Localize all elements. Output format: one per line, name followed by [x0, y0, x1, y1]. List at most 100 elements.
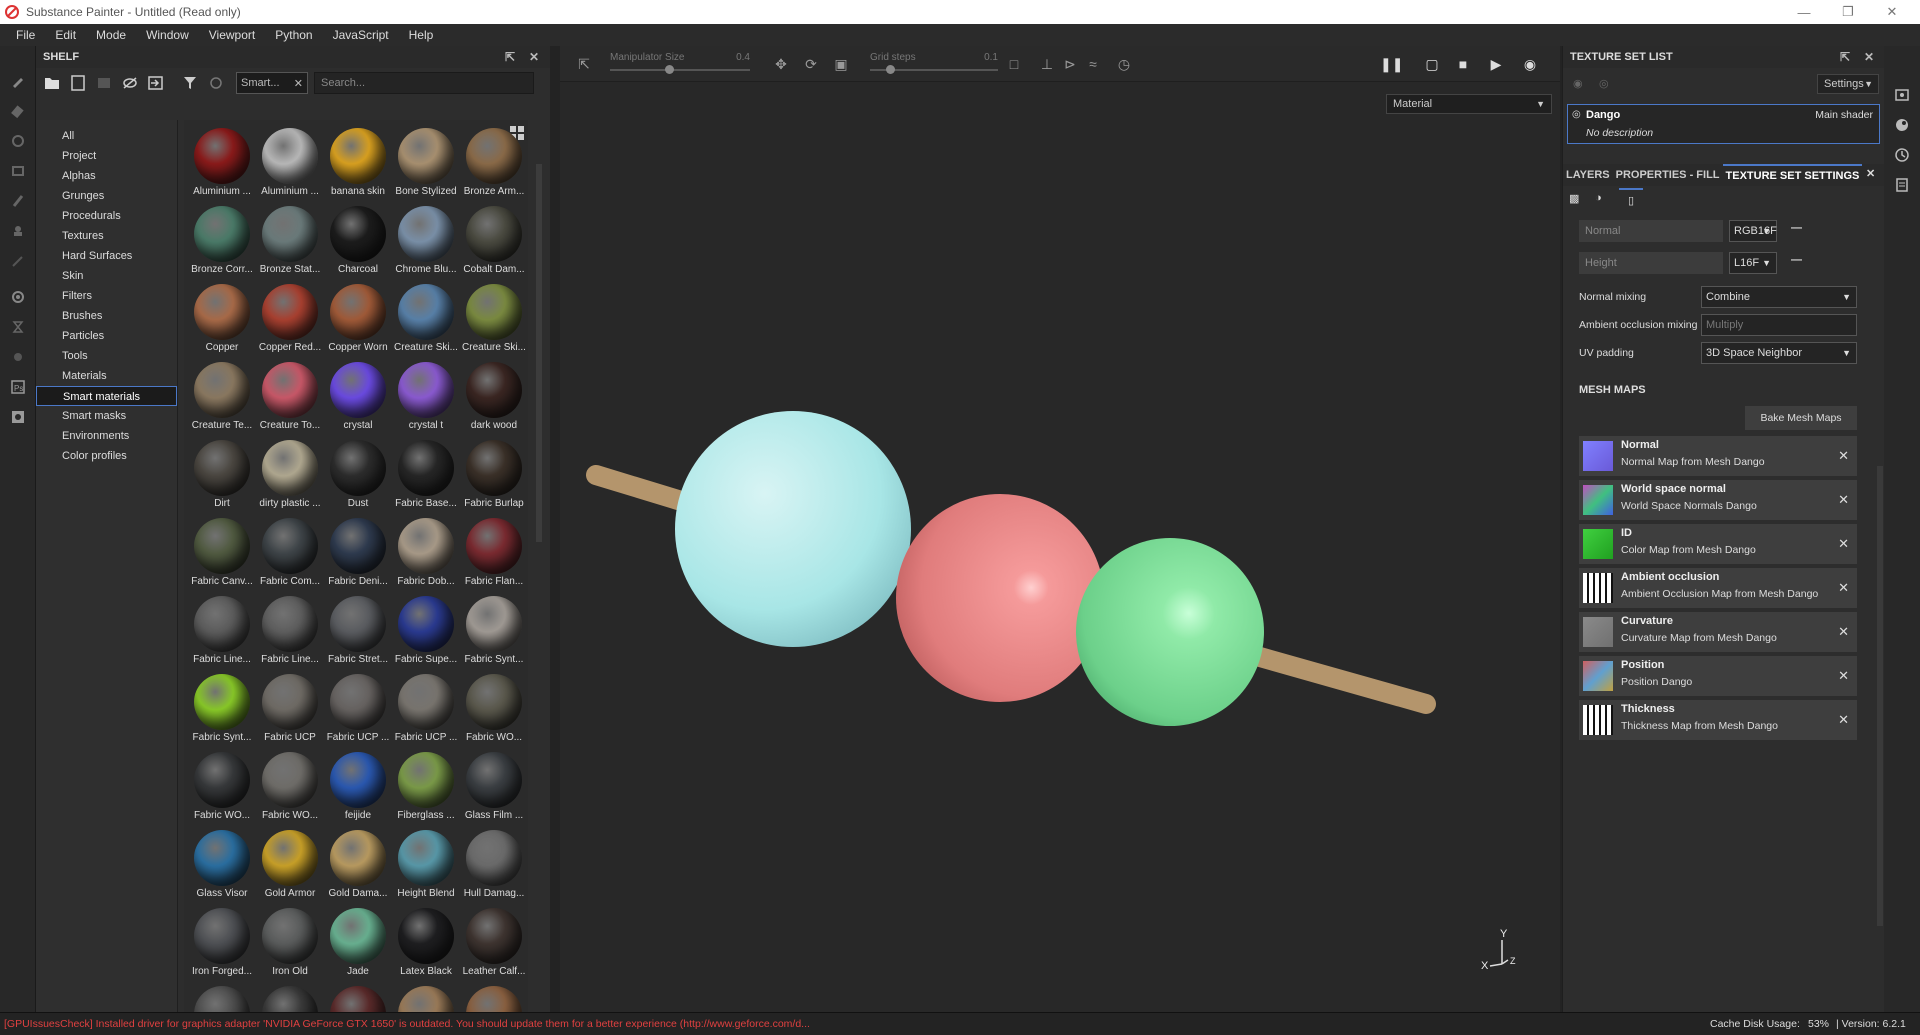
- close-tsl-icon[interactable]: ✕: [1861, 49, 1877, 65]
- remove-mesh-map-icon[interactable]: ✕: [1838, 624, 1849, 640]
- material-thumbnail[interactable]: Fabric Deni...: [324, 514, 392, 592]
- material-thumbnail[interactable]: Fabric UCP: [256, 670, 324, 748]
- material-thumbnail[interactable]: dark wood: [460, 358, 528, 436]
- eraser-icon[interactable]: [0, 96, 36, 126]
- material-thumbnail[interactable]: Latex Black: [392, 904, 460, 982]
- category-hard-surfaces[interactable]: Hard Surfaces: [36, 246, 177, 266]
- maximize-button[interactable]: ❐: [1826, 0, 1870, 24]
- material-thumbnail[interactable]: Fabric Line...: [188, 592, 256, 670]
- material-thumbnail[interactable]: Jade: [324, 904, 392, 982]
- cube-icon[interactable]: □: [1006, 56, 1022, 72]
- transform-icon[interactable]: ⇱: [576, 56, 592, 72]
- material-thumbnail[interactable]: Charcoal: [324, 202, 392, 280]
- viewport[interactable]: ⇱ Manipulator Size 0.4 ✥ ⟳ ▣ Grid steps …: [560, 46, 1560, 1012]
- material-thumbnail[interactable]: Glass Visor: [188, 826, 256, 904]
- material-thumbnail[interactable]: [460, 982, 528, 1012]
- projection-icon[interactable]: [0, 126, 36, 156]
- bake-icon[interactable]: [0, 282, 36, 312]
- material-thumbnail[interactable]: crystal: [324, 358, 392, 436]
- tab-texture-set-settings[interactable]: TEXTURE SET SETTINGS: [1722, 164, 1863, 186]
- category-color-profiles[interactable]: Color profiles: [36, 446, 177, 466]
- material-thumbnail[interactable]: Bone Stylized: [392, 124, 460, 202]
- material-thumbnail[interactable]: Aluminium ...: [188, 124, 256, 202]
- material-thumbnail[interactable]: Aluminium ...: [256, 124, 324, 202]
- photoshop-icon[interactable]: Ps: [0, 372, 36, 402]
- mesh-map-source[interactable]: Thickness Map from Mesh Dango: [1621, 720, 1778, 732]
- smudge-icon[interactable]: [0, 186, 36, 216]
- material-thumbnail[interactable]: Fabric Supe...: [392, 592, 460, 670]
- material-thumbnail[interactable]: Fabric WO...: [188, 748, 256, 826]
- channel-height-format[interactable]: L16F ▼: [1729, 252, 1777, 274]
- display-settings-icon[interactable]: [1884, 80, 1920, 110]
- material-thumbnail[interactable]: Dirt: [188, 436, 256, 514]
- material-thumbnail[interactable]: Fabric Canv...: [188, 514, 256, 592]
- uv-icon[interactable]: ▯: [1619, 188, 1643, 212]
- category-grunges[interactable]: Grunges: [36, 186, 177, 206]
- shader-settings-icon[interactable]: [1884, 110, 1920, 140]
- material-thumbnail[interactable]: dirty plastic ...: [256, 436, 324, 514]
- material-thumbnail[interactable]: Fabric Line...: [256, 592, 324, 670]
- ao-mixing-select[interactable]: Multiply: [1701, 314, 1857, 336]
- material-thumbnail[interactable]: Creature Te...: [188, 358, 256, 436]
- material-thumbnail[interactable]: Fabric Base...: [392, 436, 460, 514]
- snap-icon[interactable]: ≈: [1085, 56, 1101, 72]
- menu-viewport[interactable]: Viewport: [199, 28, 265, 42]
- material-thumbnail[interactable]: [324, 982, 392, 1012]
- history-panel-icon[interactable]: [1884, 140, 1920, 170]
- view-2d-icon[interactable]: ▢: [1424, 56, 1440, 72]
- category-alphas[interactable]: Alphas: [36, 166, 177, 186]
- remove-mesh-map-icon[interactable]: ✕: [1838, 712, 1849, 728]
- material-thumbnail[interactable]: Gold Dama...: [324, 826, 392, 904]
- close-window-button[interactable]: ✕: [1870, 0, 1914, 24]
- material-thumbnail[interactable]: Creature Ski...: [392, 280, 460, 358]
- texture-set-icon[interactable]: ▩: [1569, 192, 1589, 210]
- material-thumbnail[interactable]: Chrome Blu...: [392, 202, 460, 280]
- remove-height-icon[interactable]: —: [1791, 254, 1802, 266]
- filter-icon[interactable]: [178, 71, 202, 95]
- material-thumbnail[interactable]: Fiberglass ...: [392, 748, 460, 826]
- camera-icon[interactable]: ▶: [1488, 56, 1504, 72]
- remove-mesh-map-icon[interactable]: ✕: [1838, 492, 1849, 508]
- hide-icon[interactable]: [118, 71, 142, 95]
- mesh-map-row[interactable]: Normal Normal Map from Mesh Dango ✕: [1579, 436, 1857, 476]
- mesh-map-row[interactable]: Position Position Dango ✕: [1579, 656, 1857, 696]
- category-tools[interactable]: Tools: [36, 346, 177, 366]
- material-thumbnail[interactable]: Creature To...: [256, 358, 324, 436]
- tab-properties-fill[interactable]: PROPERTIES - FILL: [1613, 169, 1723, 181]
- menu-window[interactable]: Window: [136, 28, 199, 42]
- material-thumbnail[interactable]: Fabric UCP ...: [324, 670, 392, 748]
- log-icon[interactable]: [1884, 170, 1920, 200]
- remove-mesh-map-icon[interactable]: ✕: [1838, 536, 1849, 552]
- mesh-map-source[interactable]: Color Map from Mesh Dango: [1621, 544, 1756, 556]
- visibility-eye-icon[interactable]: ◎: [1572, 109, 1581, 120]
- category-skin[interactable]: Skin: [36, 266, 177, 286]
- texture-set-row[interactable]: ◎ Dango Main shader No description: [1567, 104, 1880, 144]
- mesh-map-source[interactable]: Normal Map from Mesh Dango: [1621, 456, 1765, 468]
- material-thumbnail[interactable]: Fabric WO...: [256, 748, 324, 826]
- normal-mixing-select[interactable]: Combine ▼: [1701, 286, 1857, 308]
- remove-mesh-map-icon[interactable]: ✕: [1838, 448, 1849, 464]
- material-thumbnail[interactable]: Fabric Dob...: [392, 514, 460, 592]
- float-tsl-icon[interactable]: ⇱: [1837, 49, 1853, 65]
- material-thumbnail[interactable]: Fabric Synt...: [460, 592, 528, 670]
- category-brushes[interactable]: Brushes: [36, 306, 177, 326]
- remove-mesh-map-icon[interactable]: ✕: [1838, 580, 1849, 596]
- category-environments[interactable]: Environments: [36, 426, 177, 446]
- mesh-map-row[interactable]: Thickness Thickness Map from Mesh Dango ✕: [1579, 700, 1857, 740]
- category-filters[interactable]: Filters: [36, 286, 177, 306]
- category-particles[interactable]: Particles: [36, 326, 177, 346]
- grid-steps-slider[interactable]: Grid steps 0.1: [870, 52, 998, 76]
- material-sphere-icon[interactable]: ◑: [1595, 192, 1602, 204]
- material-thumbnail[interactable]: Creature Ski...: [460, 280, 528, 358]
- screenshot-icon[interactable]: ◉: [1522, 56, 1538, 72]
- mesh-map-row[interactable]: Curvature Curvature Map from Mesh Dango ✕: [1579, 612, 1857, 652]
- menu-file[interactable]: File: [6, 28, 45, 42]
- paint-brush-icon[interactable]: [0, 66, 36, 96]
- texture-set-description[interactable]: No description: [1586, 127, 1653, 139]
- geometry-mask-icon[interactable]: [0, 156, 36, 186]
- scale-icon[interactable]: ▣: [833, 56, 849, 72]
- align-icon[interactable]: ⊥: [1039, 56, 1055, 72]
- remove-filter-icon[interactable]: ✕: [294, 77, 303, 90]
- menu-help[interactable]: Help: [399, 28, 444, 42]
- category-procedurals[interactable]: Procedurals: [36, 206, 177, 226]
